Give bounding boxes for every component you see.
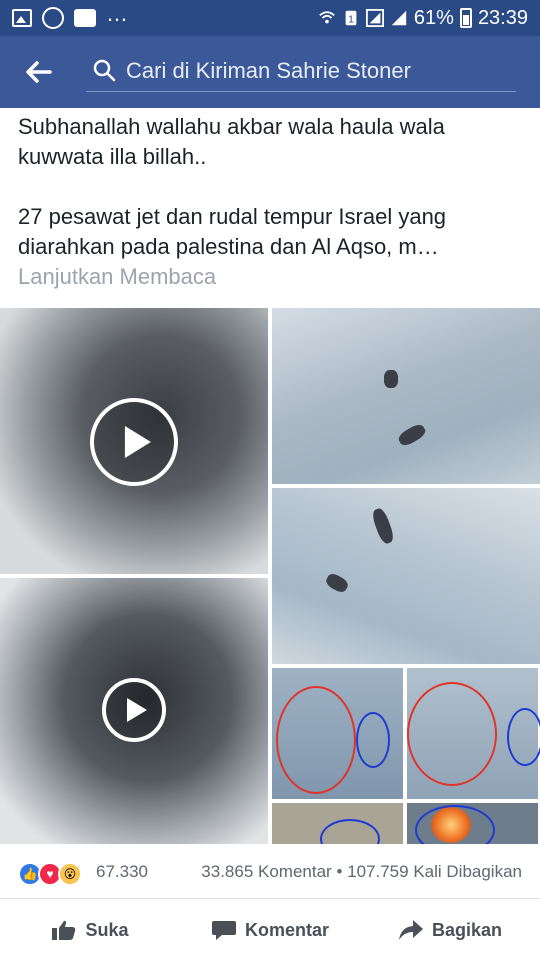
- post-text-line: diarahkan pada palestina dan Al Aqso, m…: [18, 234, 439, 259]
- jet-image: [370, 506, 396, 546]
- read-more-link[interactable]: Lanjutkan Membaca: [18, 262, 518, 292]
- reaction-count[interactable]: 67.330: [96, 862, 148, 882]
- share-count[interactable]: 107.759 Kali Dibagikan: [347, 862, 522, 881]
- comment-count[interactable]: 33.865 Komentar: [201, 862, 331, 881]
- search-input[interactable]: [126, 56, 506, 86]
- video-thumbnail[interactable]: [0, 308, 268, 574]
- blue-circle-mark: [320, 819, 380, 844]
- annotated-image: [407, 668, 540, 799]
- back-button[interactable]: [18, 54, 58, 90]
- separator-dot: •: [336, 862, 343, 881]
- image-thumbnail[interactable]: [272, 668, 540, 844]
- play-icon[interactable]: [102, 678, 166, 742]
- annotated-image: [407, 803, 538, 844]
- comment-icon: [211, 921, 236, 940]
- messenger-icon: [42, 7, 64, 29]
- image-thumbnail[interactable]: [272, 488, 540, 664]
- reaction-icons: 👍 ♥ 😮: [18, 862, 94, 886]
- blue-circle-mark: [415, 805, 495, 844]
- blue-circle-mark: [356, 712, 390, 768]
- back-arrow-icon: [26, 61, 52, 83]
- post-body: Subhanallah wallahu akbar wala haula wal…: [18, 112, 518, 292]
- wifi-icon: [319, 11, 335, 24]
- red-circle-mark: [407, 682, 497, 786]
- divider: [0, 898, 540, 899]
- like-label: Suka: [85, 919, 129, 940]
- signal-icon: [365, 9, 384, 27]
- share-button[interactable]: Bagikan: [360, 900, 540, 960]
- gallery-icon: [12, 9, 32, 27]
- annotated-image: [272, 803, 403, 844]
- image-thumbnail[interactable]: [272, 308, 540, 484]
- comment-button[interactable]: Komentar: [180, 900, 360, 960]
- jet-image: [323, 571, 351, 595]
- wow-reaction-icon: 😮: [58, 862, 82, 886]
- comment-share-counts: 33.865 Komentar • 107.759 Kali Dibagikan: [201, 862, 522, 882]
- more-dots-icon: …: [106, 1, 128, 26]
- system-status: 1 61% 23:39: [318, 0, 528, 36]
- thumbs-up-icon: [52, 920, 76, 940]
- media-grid: [0, 308, 540, 844]
- reactions-summary[interactable]: 👍 ♥ 😮 67.330 33.865 Komentar • 107.759 K…: [0, 852, 540, 894]
- post-text-line: 27 pesawat jet dan rudal tempur Israel y…: [18, 204, 447, 229]
- search-icon: [93, 59, 116, 82]
- action-bar: Suka Komentar Bagikan: [0, 900, 540, 960]
- like-button[interactable]: Suka: [0, 900, 180, 960]
- search-box[interactable]: [86, 52, 516, 92]
- video-thumbnail[interactable]: [0, 578, 268, 844]
- chat-icon: [74, 9, 96, 27]
- share-icon: [398, 920, 423, 940]
- play-icon[interactable]: [90, 398, 178, 486]
- comment-label: Komentar: [244, 919, 329, 940]
- annotated-image: [272, 668, 403, 799]
- notification-icons: …: [0, 3, 128, 29]
- jet-image: [396, 421, 428, 449]
- share-label: Bagikan: [431, 919, 503, 940]
- red-circle-mark: [276, 686, 356, 794]
- battery-percent: 61%: [413, 6, 454, 29]
- post-text-line: Subhanallah wallahu akbar wala haula wal…: [18, 114, 445, 139]
- svg-text:1: 1: [348, 15, 354, 26]
- sim-icon: 1: [345, 10, 357, 26]
- jet-image: [384, 370, 398, 388]
- signal-icon: [391, 10, 407, 26]
- battery-icon: [459, 8, 472, 28]
- post-text-line: kuwwata illa billah..: [18, 144, 207, 169]
- blue-circle-mark: [507, 708, 540, 766]
- search-header: [0, 36, 540, 108]
- clock: 23:39: [477, 6, 528, 29]
- status-bar: … 1 61% 23:39: [0, 0, 540, 36]
